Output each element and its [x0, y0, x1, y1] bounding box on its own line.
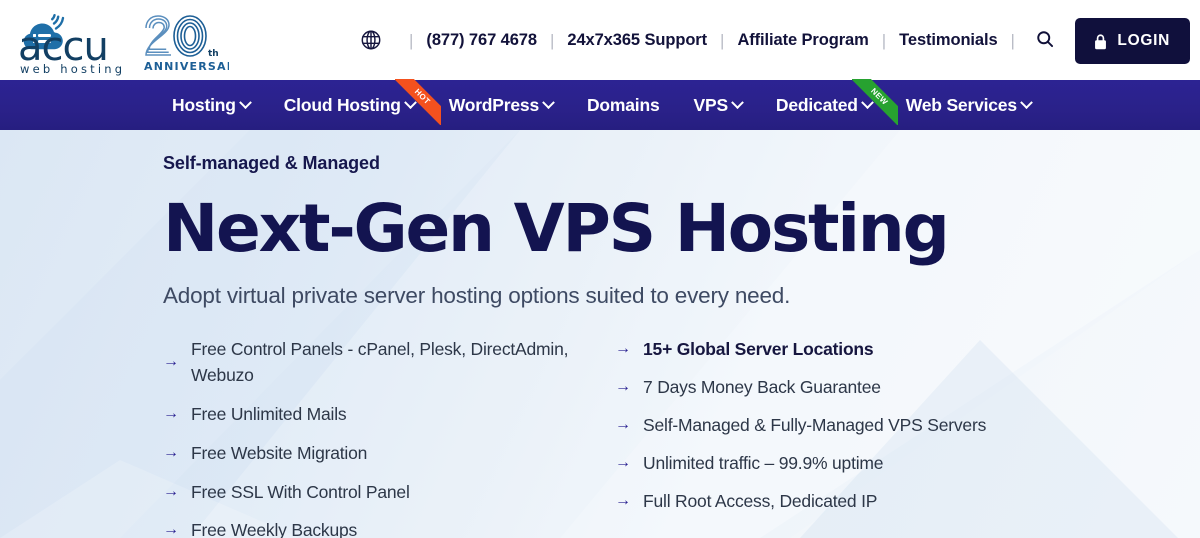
main-navigation: Hosting Cloud Hosting HOT WordPress Doma… — [0, 78, 1200, 130]
top-utility-bar: accu web hosting th ANNIVERSARY — [0, 0, 1200, 80]
hero-feature-columns: → Free Control Panels - cPanel, Plesk, D… — [163, 337, 1200, 538]
hero-eyebrow: Self-managed & Managed — [163, 153, 380, 173]
top-nav-links: | (877) 767 4678 | 24x7x365 Support | Af… — [360, 0, 1058, 80]
chevron-down-icon — [860, 95, 874, 109]
separator: | — [720, 30, 725, 50]
search-icon — [1035, 29, 1055, 52]
separator: | — [549, 30, 555, 50]
nav-item-dedicated[interactable]: Dedicated NEW — [759, 78, 898, 130]
list-item: → Self-Managed & Fully-Managed VPS Serve… — [615, 413, 1085, 439]
svg-text:th: th — [208, 49, 219, 59]
list-item: → Full Root Access, Dedicated IP — [615, 489, 1085, 515]
topnav-testimonials[interactable]: Testimonials — [899, 31, 998, 50]
feature-text: Unlimited traffic – 99.9% uptime — [643, 452, 884, 473]
site-logo[interactable]: accu web hosting th ANNIVERSARY — [16, 4, 229, 76]
nav-label: Dedicated — [775, 94, 858, 115]
feature-list-left: → Free Control Panels - cPanel, Plesk, D… — [163, 337, 615, 538]
list-item: → 15+ Global Server Locations — [615, 337, 1085, 363]
svg-text:web hosting: web hosting — [20, 62, 125, 76]
feature-text: Self-Managed & Fully-Managed VPS Servers — [643, 414, 987, 435]
arrow-right-icon: → — [163, 353, 179, 371]
separator: | — [1010, 30, 1015, 50]
list-item: → Free Control Panels - cPanel, Plesk, D… — [163, 337, 615, 389]
nav-item-wordpress[interactable]: WordPress — [432, 81, 570, 130]
arrow-right-icon: → — [163, 443, 179, 461]
arrow-right-icon: → — [615, 377, 631, 395]
feature-text: Free Control Panels - cPanel, Plesk, Dir… — [191, 339, 569, 385]
chevron-down-icon — [542, 95, 555, 109]
nav-label: VPS — [693, 94, 729, 115]
accuwebhosting-logo-graphic: accu web hosting th ANNIVERSARY — [18, 14, 229, 76]
arrow-right-icon: → — [615, 340, 631, 357]
feature-text: Free Weekly Backups — [191, 520, 358, 538]
chevron-down-icon — [1019, 95, 1033, 109]
list-item: → Unlimited traffic – 99.9% uptime — [615, 451, 1085, 477]
arrow-right-icon: → — [615, 415, 631, 433]
hero-subtitle: Adopt virtual private server hosting opt… — [163, 283, 791, 308]
list-item: → Free SSL With Control Panel — [163, 480, 615, 506]
feature-list-right: → 15+ Global Server Locations → 7 Days M… — [615, 337, 1085, 538]
arrow-right-icon: → — [615, 453, 631, 471]
nav-item-web-services[interactable]: Web Services — [889, 81, 1048, 130]
feature-text: Free Website Migration — [191, 442, 368, 463]
nav-item-vps[interactable]: VPS — [677, 81, 759, 130]
topnav-affiliate-program[interactable]: Affiliate Program — [737, 31, 868, 50]
topnav-phone[interactable]: (877) 767 4678 — [426, 31, 537, 50]
arrow-right-icon: → — [163, 482, 179, 500]
nav-item-hosting[interactable]: Hosting — [155, 81, 267, 130]
svg-text:ANNIVERSARY: ANNIVERSARY — [144, 60, 229, 73]
list-item: → Free Unlimited Mails — [163, 402, 615, 428]
list-item: → 7 Days Money Back Guarantee — [615, 375, 1085, 401]
chevron-down-icon — [238, 95, 252, 109]
login-label: LOGIN — [1117, 32, 1170, 49]
feature-text: Free Unlimited Mails — [191, 403, 347, 424]
nav-label: Web Services — [905, 94, 1017, 115]
separator: | — [409, 30, 414, 50]
arrow-right-icon: → — [163, 521, 179, 538]
list-item: → Free Weekly Backups — [163, 518, 615, 538]
feature-text: 15+ Global Server Locations — [643, 339, 874, 359]
feature-text: Full Root Access, Dedicated IP — [643, 490, 878, 511]
feature-text: Free SSL With Control Panel — [191, 481, 410, 502]
nav-label: WordPress — [448, 94, 539, 115]
nav-label: Domains — [586, 94, 660, 115]
feature-text: 7 Days Money Back Guarantee — [643, 376, 881, 397]
nav-label: Hosting — [172, 94, 236, 115]
chevron-down-icon — [403, 95, 417, 109]
page-title: Next-Gen VPS Hosting — [163, 190, 950, 267]
arrow-right-icon: → — [163, 404, 179, 422]
separator: | — [881, 30, 887, 50]
hero-content: Self-managed & Managed Next-Gen VPS Host… — [0, 130, 1200, 538]
hero-section: Self-managed & Managed Next-Gen VPS Host… — [0, 130, 1200, 538]
nav-item-domains[interactable]: Domains — [570, 81, 677, 130]
topnav-support[interactable]: 24x7x365 Support — [567, 31, 707, 50]
nav-item-cloud-hosting[interactable]: Cloud Hosting HOT — [267, 78, 441, 130]
nav-label: Cloud Hosting — [283, 94, 401, 115]
lock-icon — [1093, 33, 1108, 50]
search-button[interactable] — [1032, 27, 1058, 53]
login-button[interactable]: LOGIN — [1075, 18, 1190, 64]
arrow-right-icon: → — [615, 491, 631, 509]
chevron-down-icon — [731, 95, 744, 109]
list-item: → Free Website Migration — [163, 441, 615, 467]
globe-icon[interactable] — [360, 29, 396, 51]
